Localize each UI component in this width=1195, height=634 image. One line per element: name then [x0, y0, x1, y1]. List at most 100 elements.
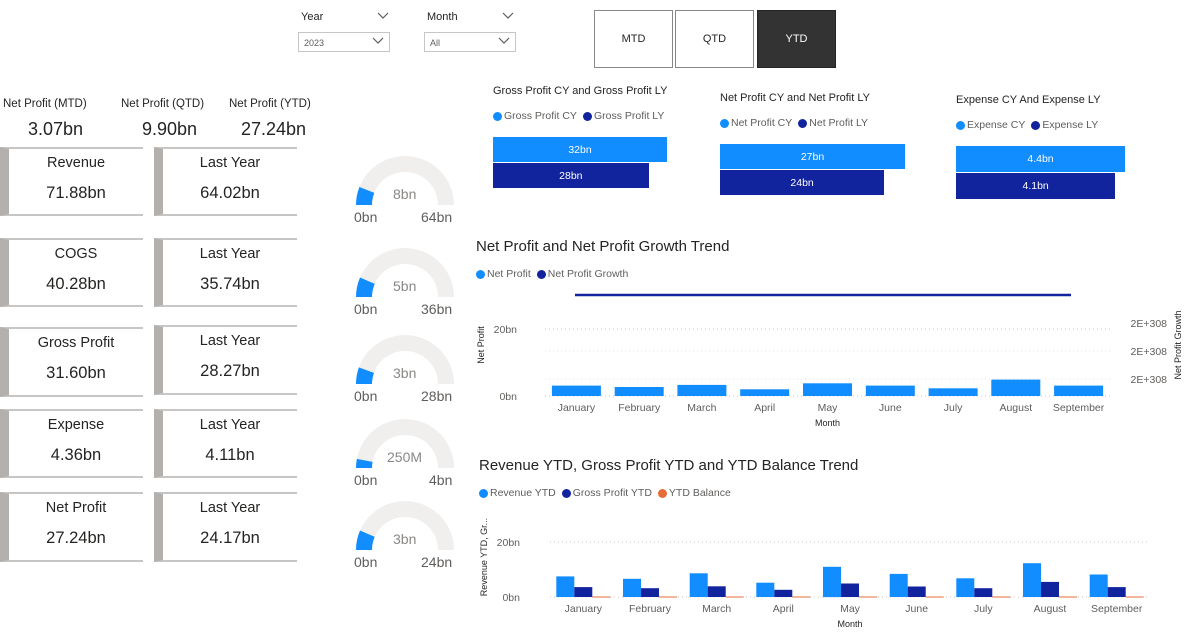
- bar-label: 4.4bn: [1027, 153, 1054, 165]
- net-profit-card: Net Profit 27.24bn: [0, 492, 143, 562]
- gross-profit-ly-bar[interactable]: 28bn: [493, 163, 649, 188]
- x-tick-label: March: [687, 402, 716, 414]
- expense-ly-bar[interactable]: 4.1bn: [956, 173, 1116, 199]
- legend-dot: [1031, 120, 1041, 130]
- bar-gross-profit-ytd[interactable]: [774, 589, 793, 597]
- x-tick-label: April: [773, 603, 794, 615]
- gauge-max: 36bn: [421, 301, 453, 317]
- legend-item[interactable]: Revenue YTD: [479, 487, 556, 499]
- card-value: 24.17bn: [200, 529, 260, 547]
- x-axis-title: Month: [837, 619, 862, 629]
- bar-revenue-ytd[interactable]: [1023, 563, 1041, 597]
- gross-profit-card: Gross Profit 31.60bn: [0, 327, 143, 397]
- legend-item[interactable]: Net Profit Growth: [536, 268, 628, 280]
- legend-item[interactable]: Expense LY: [1031, 119, 1098, 131]
- bar-gross-profit-ytd[interactable]: [707, 586, 726, 597]
- chevron-down-icon[interactable]: [377, 12, 389, 20]
- bar-ytd-balance[interactable]: [1059, 596, 1077, 598]
- net-profit-cy-bar[interactable]: 27bn: [720, 144, 905, 169]
- legend-item[interactable]: Net Profit LY: [798, 117, 868, 129]
- bar-ytd-balance[interactable]: [725, 596, 744, 598]
- bar-revenue-ytd[interactable]: [1089, 574, 1108, 598]
- bar-ytd-balance[interactable]: [1125, 596, 1144, 598]
- bar-revenue-ytd[interactable]: [556, 576, 575, 597]
- legend-item[interactable]: Net Profit: [476, 268, 531, 280]
- legend-label: Gross Profit LY: [593, 110, 665, 122]
- qtd-button[interactable]: QTD: [675, 10, 754, 68]
- bar-net-profit[interactable]: [614, 387, 664, 396]
- mtd-button[interactable]: MTD: [594, 10, 673, 68]
- x-tick-label: May: [818, 402, 839, 414]
- card-value: 64.02bn: [200, 184, 260, 202]
- bar-net-profit[interactable]: [865, 385, 915, 396]
- bar-ytd-balance[interactable]: [925, 596, 944, 598]
- bar-net-profit[interactable]: [1054, 385, 1104, 396]
- kpi-value-ytd: 27.24bn: [241, 119, 307, 139]
- bar-revenue-ytd[interactable]: [956, 578, 975, 597]
- bar-revenue-ytd[interactable]: [689, 573, 708, 597]
- bar-gross-profit-ytd[interactable]: [974, 588, 993, 597]
- y-tick-label: 0bn: [502, 592, 520, 604]
- bar-ytd-balance[interactable]: [859, 596, 877, 598]
- card-value: 4.11bn: [205, 446, 255, 464]
- legend-dot: [476, 269, 485, 279]
- legend-dot: [493, 111, 502, 121]
- bar-label: 32bn: [568, 143, 592, 156]
- bar-revenue-ytd[interactable]: [823, 566, 841, 598]
- bar-revenue-ytd[interactable]: [756, 582, 775, 597]
- bar-gross-profit-ytd[interactable]: [641, 588, 659, 597]
- bar-net-profit[interactable]: [928, 388, 978, 396]
- bar-ytd-balance[interactable]: [592, 596, 611, 598]
- cogs-gauge: 5bn 0bn 36bn: [350, 242, 460, 322]
- revenue-card: Revenue 71.88bn: [0, 147, 143, 216]
- bar-ytd-balance[interactable]: [792, 596, 811, 598]
- bar-net-profit[interactable]: [551, 385, 601, 396]
- gross-profit-cy-bar[interactable]: 32bn: [493, 137, 667, 162]
- gauge-min: 0bn: [354, 472, 378, 488]
- net-profit-ly-bar[interactable]: 24bn: [720, 170, 885, 195]
- bar-net-profit[interactable]: [991, 379, 1041, 396]
- legend-label: Revenue YTD: [490, 487, 556, 499]
- legend: Gross Profit CY Gross Profit LY: [493, 110, 670, 122]
- month-dropdown[interactable]: All: [424, 32, 516, 52]
- bar-revenue-ytd[interactable]: [889, 573, 908, 597]
- bar-net-profit[interactable]: [803, 383, 852, 396]
- revenue-ly-card: Last Year 64.02bn: [154, 147, 297, 216]
- legend-dot: [798, 118, 808, 128]
- ytd-button[interactable]: YTD: [757, 10, 836, 68]
- legend-item[interactable]: Gross Profit LY: [582, 110, 665, 122]
- expense-cy-bar[interactable]: 4.4bn: [956, 146, 1125, 172]
- bar-net-profit[interactable]: [677, 384, 727, 396]
- month-slicer-title: Month: [427, 11, 458, 23]
- legend-dot: [582, 111, 592, 121]
- legend-item[interactable]: YTD Balance: [657, 487, 731, 499]
- bar-gross-profit-ytd[interactable]: [1041, 581, 1059, 597]
- revenue-ytd-trend-chart: 0bn 20bn Revenue YTD, Gr... January February…: [479, 518, 1150, 629]
- year-slicer-title: Year: [301, 11, 324, 23]
- legend-item[interactable]: Net Profit CY: [720, 117, 792, 129]
- y-tick-label: 20bn: [494, 324, 518, 336]
- gauge-value: 5bn: [393, 278, 417, 294]
- net-profit-ly-card: Last Year 24.17bn: [154, 492, 297, 562]
- chevron-down-icon[interactable]: [502, 12, 514, 20]
- legend-item[interactable]: Gross Profit YTD: [561, 487, 652, 499]
- kpi-value-qtd: 9.90bn: [142, 119, 198, 139]
- x-tick-label: September: [1091, 603, 1143, 615]
- legend-label: Net Profit: [487, 268, 531, 280]
- bar-net-profit[interactable]: [740, 389, 790, 396]
- bar-ytd-balance[interactable]: [992, 596, 1011, 598]
- bar-gross-profit-ytd[interactable]: [907, 586, 926, 598]
- gross-profit-comparison-title: Gross Profit CY and Gross Profit LY: [493, 85, 668, 97]
- bar-gross-profit-ytd[interactable]: [1107, 587, 1126, 597]
- bar-gross-profit-ytd[interactable]: [841, 583, 859, 598]
- bar-ytd-balance[interactable]: [659, 596, 677, 598]
- bar-gross-profit-ytd[interactable]: [574, 587, 593, 597]
- x-tick-label: January: [565, 603, 603, 615]
- legend-item[interactable]: Expense CY: [956, 119, 1025, 131]
- card-value: 4.36bn: [50, 446, 102, 464]
- gauge-value: 250M: [387, 449, 423, 465]
- card-title: Gross Profit: [37, 335, 115, 351]
- legend-item[interactable]: Gross Profit CY: [493, 110, 577, 122]
- bar-revenue-ytd[interactable]: [623, 578, 641, 597]
- year-dropdown[interactable]: 2023: [298, 32, 390, 52]
